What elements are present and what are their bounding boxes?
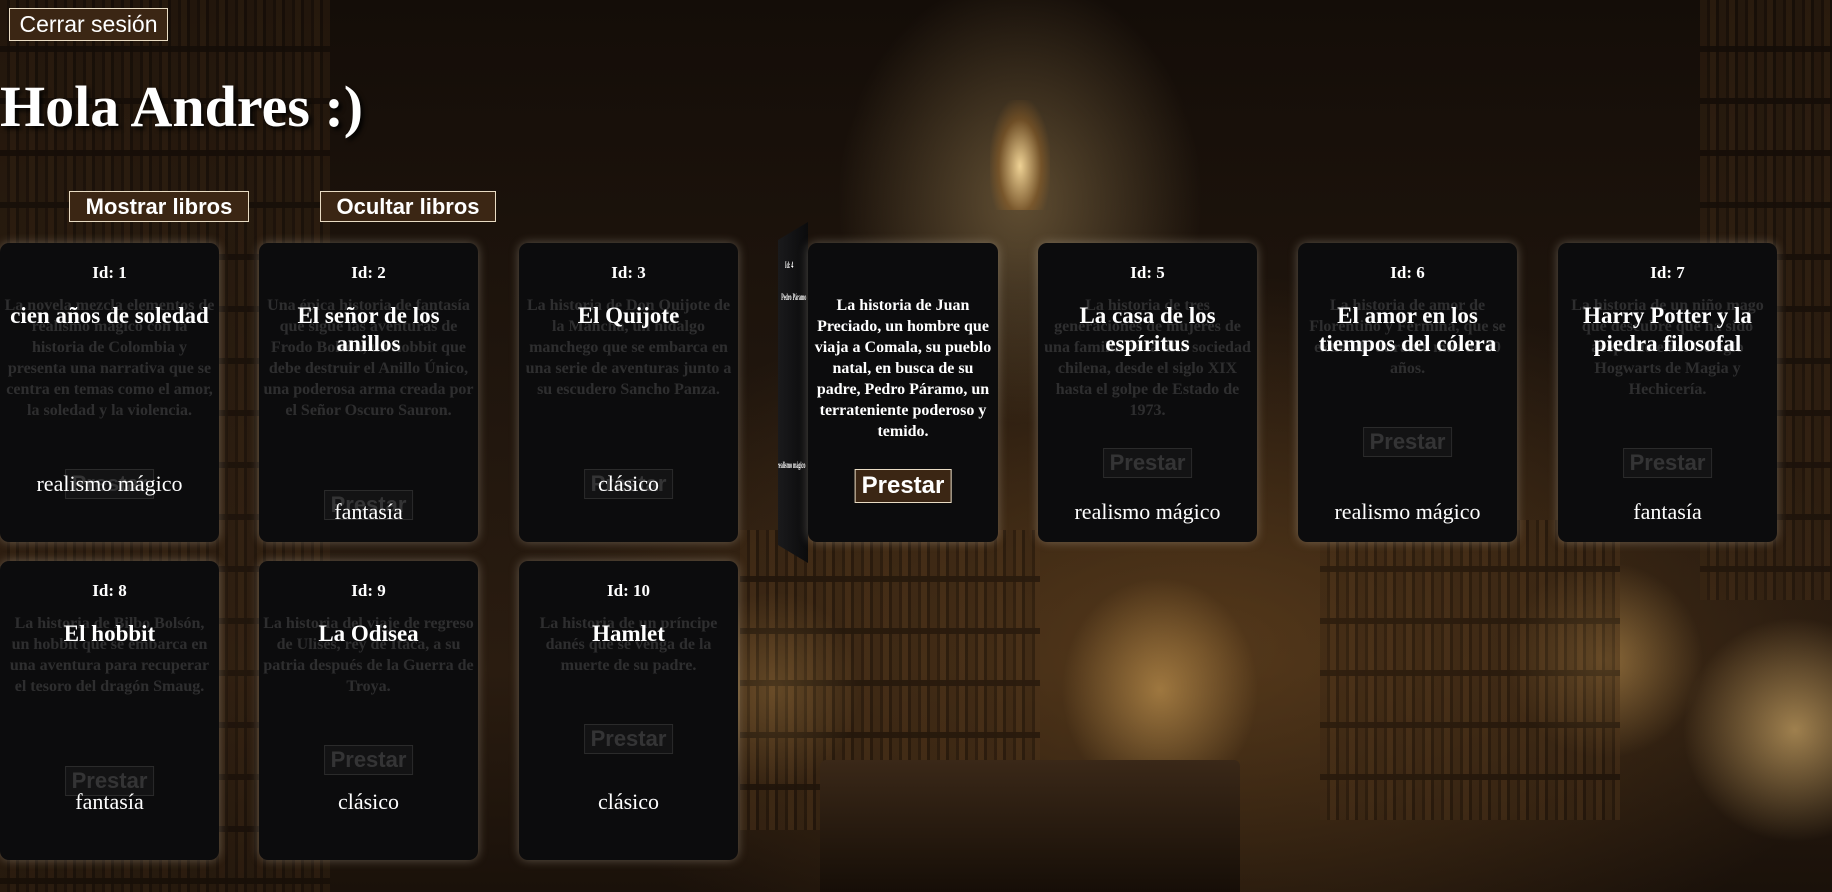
book-id: Id: 6 <box>1390 263 1425 282</box>
book-title: cien años de soledad <box>10 303 209 328</box>
book-title: Harry Potter y la piedra filosofal <box>1583 303 1752 356</box>
book-genre: realismo mágico <box>777 460 806 470</box>
book-id: Id: 1 <box>92 263 127 282</box>
show-books-button[interactable]: Mostrar libros <box>69 191 249 222</box>
book-title: La casa de los espíritus <box>1079 303 1216 356</box>
book-card-2[interactable]: Una épica historia de fantasía que sigue… <box>259 243 478 542</box>
book-title: Hamlet <box>592 621 665 646</box>
logout-button[interactable]: Cerrar sesión <box>9 8 168 41</box>
book-genre: realismo mágico <box>36 471 183 496</box>
book-id: Id: 5 <box>1130 263 1165 282</box>
hide-books-button[interactable]: Ocultar libros <box>320 191 496 222</box>
book-title: El señor de los anillos <box>297 303 440 356</box>
book-title: La Odisea <box>318 621 419 646</box>
lend-button[interactable]: Prestar <box>583 724 674 754</box>
book-card-6[interactable]: La historia de amor de Florentino y Ferm… <box>1298 243 1517 542</box>
book-card-4[interactable]: La historia de Juan Preciado, un hombre … <box>808 243 998 542</box>
book-title: El amor en los tiempos del cólera <box>1318 303 1497 356</box>
chandelier <box>990 100 1050 210</box>
book-card-9[interactable]: La historia del viaje de regreso de Ulis… <box>259 561 478 860</box>
book-card-3[interactable]: La historia de Don Quijote de la Mancha,… <box>519 243 738 542</box>
book-card-10[interactable]: La historia de un príncipe danés que se … <box>519 561 738 860</box>
book-id: Id: 4 <box>785 260 794 270</box>
book-id: Id: 8 <box>92 581 127 600</box>
book-genre: realismo mágico <box>1334 499 1481 524</box>
book-card-5[interactable]: La historia de tres generaciones de muje… <box>1038 243 1257 542</box>
book-id: Id: 2 <box>351 263 386 282</box>
book-description: La historia de Juan Preciado, un hombre … <box>814 297 992 440</box>
lend-button[interactable]: Prestar <box>1622 448 1713 478</box>
book-genre: fantasía <box>334 499 403 524</box>
greeting-heading: Hola Andres :) <box>0 74 364 139</box>
book-id: Id: 9 <box>351 581 386 600</box>
book-title: El Quijote <box>577 303 680 328</box>
book-genre: clásico <box>597 789 660 814</box>
book-genre: fantasía <box>75 789 144 814</box>
lend-button[interactable]: Prestar <box>854 469 952 503</box>
book-title: Pedro Páramo <box>781 292 807 302</box>
lend-button[interactable]: Prestar <box>323 745 414 775</box>
book-genre: clásico <box>337 789 400 814</box>
book-card-4-front-edge: Id: 4 Pedro Páramo realismo mágico <box>778 222 808 563</box>
book-card-1[interactable]: La novela mezcla elementos de realismo m… <box>0 243 219 542</box>
books-grid: La novela mezcla elementos de realismo m… <box>0 222 1832 863</box>
book-title: El hobbit <box>63 621 156 646</box>
book-genre: fantasía <box>1633 499 1702 524</box>
book-id: Id: 7 <box>1650 263 1685 282</box>
book-card-8[interactable]: La historia de Bilbo Bolsón, un hobbit q… <box>0 561 219 860</box>
book-id: Id: 10 <box>607 581 650 600</box>
lend-button[interactable]: Prestar <box>1102 448 1193 478</box>
book-id: Id: 3 <box>611 263 646 282</box>
lend-button[interactable]: Prestar <box>1362 427 1453 457</box>
book-genre: realismo mágico <box>1074 499 1221 524</box>
book-card-7[interactable]: La historia de un niño mago que descubre… <box>1558 243 1777 542</box>
book-genre: clásico <box>597 471 660 496</box>
